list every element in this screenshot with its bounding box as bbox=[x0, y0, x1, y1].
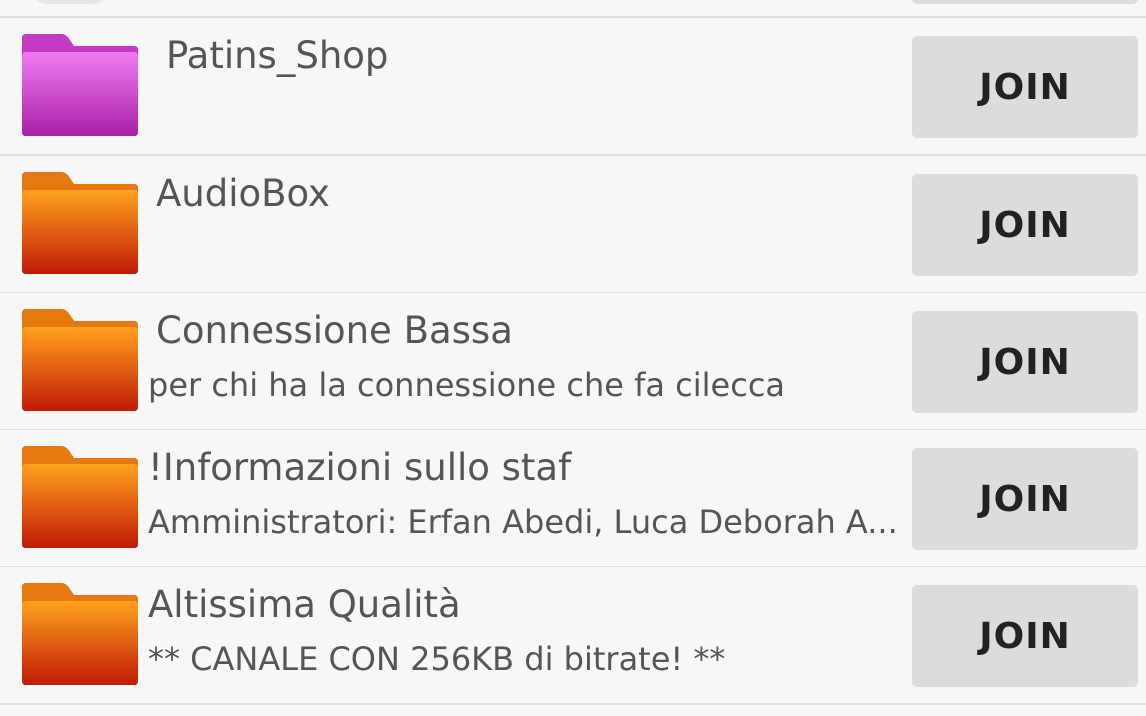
folder-icon bbox=[20, 307, 140, 413]
channel-name: !Informazioni sullo staf bbox=[148, 446, 572, 489]
channel-row[interactable]: !Informazioni sullo staf Amministratori:… bbox=[0, 430, 1146, 568]
join-button[interactable]: JOIN bbox=[912, 448, 1138, 550]
folder-icon bbox=[30, 0, 110, 4]
channel-row[interactable]: Altissima Qualità ** CANALE CON 256KB di… bbox=[0, 567, 1146, 705]
channel-description: Amministratori: Erfan Abedi, Luca Debora… bbox=[148, 503, 898, 541]
join-button[interactable]: JOIN bbox=[912, 174, 1138, 276]
channel-name: Connessione Bassa bbox=[156, 309, 513, 352]
channel-description: per chi ha la connessione che fa cilecca bbox=[148, 366, 786, 404]
channel-row[interactable]: AudioBox JOIN bbox=[0, 156, 1146, 294]
folder-icon bbox=[20, 444, 140, 550]
channel-name: Altissima Qualità bbox=[148, 583, 461, 626]
join-button[interactable]: JOIN bbox=[912, 585, 1138, 687]
channel-row[interactable]: Connessione Bassa per chi ha la connessi… bbox=[0, 293, 1146, 431]
channel-row[interactable]: Patins_Shop JOIN bbox=[0, 18, 1146, 156]
join-button[interactable]: JOIN bbox=[912, 311, 1138, 413]
folder-icon bbox=[20, 32, 140, 138]
folder-icon bbox=[20, 170, 140, 276]
partial-channel-row bbox=[0, 0, 1146, 18]
channel-list: Patins_Shop JOIN AudioBox JOIN Connessio… bbox=[0, 0, 1146, 716]
channel-description: ** CANALE CON 256KB di bitrate! ** bbox=[148, 640, 726, 678]
channel-name: AudioBox bbox=[156, 172, 330, 215]
join-button[interactable]: JOIN bbox=[912, 36, 1138, 138]
folder-icon bbox=[20, 581, 140, 687]
join-button[interactable] bbox=[912, 0, 1138, 4]
channel-name: Patins_Shop bbox=[166, 34, 389, 77]
